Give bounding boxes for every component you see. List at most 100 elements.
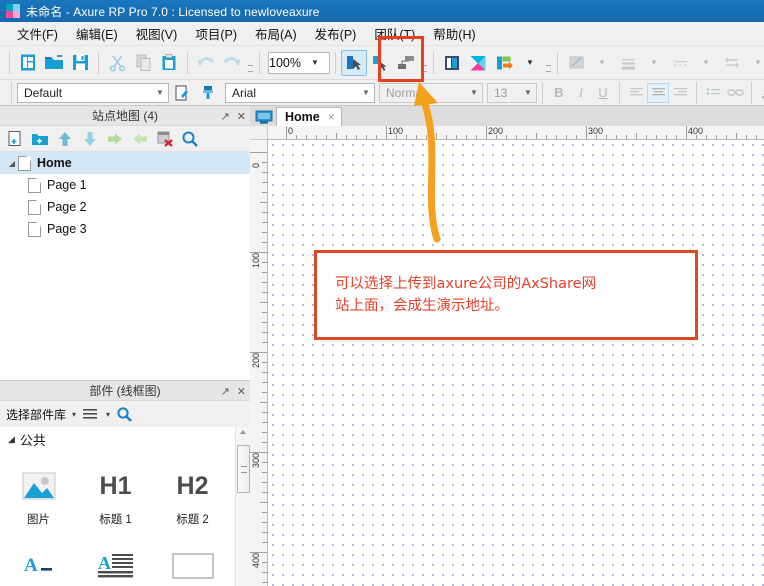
search-icon[interactable] (181, 130, 199, 148)
menu-layout[interactable]: 布局(A) (246, 21, 306, 46)
widget-item-heading2[interactable]: H2 标题 2 (154, 455, 231, 535)
ruler-tick (406, 135, 407, 139)
ruler-label: 0 (288, 126, 294, 136)
copy-icon[interactable] (130, 50, 156, 76)
menu-team[interactable]: 团队(T) (365, 21, 424, 46)
tab-home[interactable]: Home × (276, 107, 342, 126)
align-left-button[interactable] (625, 83, 647, 103)
search-icon[interactable] (116, 406, 133, 422)
font-size-combo[interactable]: 13 ▼ (487, 82, 537, 103)
hyperlink-button[interactable] (724, 83, 746, 103)
hierarchy-icon[interactable] (393, 50, 419, 76)
preview-icon[interactable] (439, 50, 465, 76)
toolbar-overflow-grip-2[interactable] (421, 52, 428, 74)
ruler-label: 200 (488, 126, 504, 136)
toolbar-separator (751, 81, 752, 104)
sitemap-item-home[interactable]: ◢ Home (0, 152, 250, 174)
scroll-up-arrow-icon[interactable] (240, 430, 246, 434)
add-page-icon[interactable] (6, 130, 24, 148)
menu-help[interactable]: 帮助(H) (424, 21, 484, 46)
chevron-down-icon[interactable]: ▼ (466, 88, 482, 97)
widget-item-image[interactable]: 图片 (0, 455, 77, 535)
format-painter-icon[interactable] (195, 80, 221, 106)
close-icon[interactable]: × (328, 110, 335, 124)
close-panel-icon[interactable]: ✕ (237, 385, 246, 398)
move-up-icon[interactable] (56, 130, 74, 148)
ruler-tick (260, 302, 267, 303)
redo-icon[interactable] (219, 50, 245, 76)
bullet-list-button[interactable] (702, 83, 724, 103)
collapse-twisty-icon[interactable]: ◢ (8, 434, 15, 445)
expand-panel-icon[interactable]: ↗ (221, 110, 230, 123)
font-family-combo[interactable]: Arial ▼ (225, 82, 375, 103)
horizontal-ruler[interactable]: 0 100 200 300 400 (268, 126, 764, 140)
save-icon[interactable] (67, 50, 93, 76)
new-file-icon[interactable] (15, 50, 41, 76)
select-tool-icon[interactable] (341, 49, 367, 76)
chevron-down-icon[interactable]: ▼ (520, 88, 536, 97)
open-folder-icon[interactable] (41, 50, 67, 76)
design-canvas[interactable]: 可以选择上传到axure公司的AxShare网 站上面，会成生演示地址。 (268, 140, 764, 586)
toolbar-overflow-grip[interactable] (247, 52, 254, 74)
zoom-level-combo[interactable]: 100% ▼ (268, 51, 330, 74)
menu-edit[interactable]: 编辑(E) (67, 21, 127, 46)
undo-icon[interactable] (193, 50, 219, 76)
ruler-tick (262, 272, 267, 273)
chevron-down-icon[interactable]: ▼ (358, 88, 374, 97)
menu-view[interactable]: 视图(V) (127, 21, 187, 46)
scrollbar-thumb[interactable] (237, 445, 250, 493)
menu-bar: 文件(F) 编辑(E) 视图(V) 项目(P) 布局(A) 发布(P) 团队(T… (0, 22, 764, 46)
ruler-tick (576, 135, 577, 139)
vertical-ruler[interactable]: 0 100 200 300 400 (250, 140, 268, 586)
sitemap-tree[interactable]: ◢ Home Page 1 Page 2 Page 3 (0, 152, 250, 380)
widget-library-selector[interactable]: 选择部件库 (6, 406, 66, 423)
generate-html-dropdown[interactable]: ▼ (517, 50, 543, 76)
align-center-button[interactable] (647, 82, 669, 103)
paste-icon[interactable] (156, 50, 182, 76)
ruler-tick (346, 135, 347, 139)
chevron-down-icon[interactable]: ▾ (106, 410, 110, 419)
annotation-callout-box[interactable]: 可以选择上传到axure公司的AxShare网 站上面，会成生演示地址。 (314, 250, 698, 340)
widgets-vertical-scrollbar[interactable] (235, 427, 250, 586)
connector-icon[interactable] (367, 50, 393, 76)
italic-button[interactable]: I (570, 83, 592, 103)
widget-item-rectangle[interactable]: 矩形 (154, 535, 231, 586)
widgets-category-row[interactable]: ◢ 公共 (0, 427, 235, 451)
underline-button[interactable]: U (592, 83, 614, 103)
widget-item-multi-line-text[interactable]: A 多行文本 (77, 535, 154, 586)
menu-publish[interactable]: 发布(P) (306, 21, 366, 46)
delete-page-icon[interactable] (156, 130, 174, 148)
chevron-down-icon[interactable]: ▼ (301, 58, 329, 67)
cut-icon[interactable] (104, 50, 130, 76)
widget-item-single-line-text[interactable]: A 单行文本 (0, 535, 77, 586)
widget-item-heading1[interactable]: H1 标题 1 (77, 455, 154, 535)
menu-file[interactable]: 文件(F) (8, 21, 67, 46)
toolbar-overflow-grip-3[interactable] (545, 52, 552, 74)
expand-panel-icon[interactable]: ↗ (221, 385, 230, 398)
ruler-tick (262, 412, 267, 413)
ruler-label: 300 (251, 452, 261, 468)
ruler-tick (262, 442, 267, 443)
widget-style-combo[interactable]: Default ▼ (17, 82, 169, 103)
sitemap-item-page-1[interactable]: Page 1 (0, 174, 250, 196)
outdent-left-icon[interactable] (131, 130, 149, 148)
chevron-down-icon[interactable]: ▼ (152, 88, 168, 97)
menu-project[interactable]: 项目(P) (186, 21, 246, 46)
publish-axshare-icon[interactable] (465, 50, 491, 76)
collapse-twisty-icon[interactable]: ◢ (6, 159, 18, 168)
font-color-button[interactable]: A (757, 83, 764, 103)
align-right-button[interactable] (669, 83, 691, 103)
move-down-icon[interactable] (81, 130, 99, 148)
indent-right-icon[interactable] (106, 130, 124, 148)
close-panel-icon[interactable]: ✕ (237, 110, 246, 123)
add-folder-icon[interactable] (31, 130, 49, 148)
hamburger-menu-icon[interactable] (82, 407, 100, 421)
generate-html-icon[interactable] (491, 50, 517, 76)
edit-style-icon[interactable] (169, 80, 195, 106)
font-weight-combo[interactable]: Normal ▼ (379, 82, 483, 103)
widget-item-label: 标题 2 (176, 514, 209, 526)
sitemap-item-page-3[interactable]: Page 3 (0, 218, 250, 240)
chevron-down-icon[interactable]: ▾ (72, 410, 76, 419)
sitemap-item-page-2[interactable]: Page 2 (0, 196, 250, 218)
bold-button[interactable]: B (548, 83, 570, 103)
